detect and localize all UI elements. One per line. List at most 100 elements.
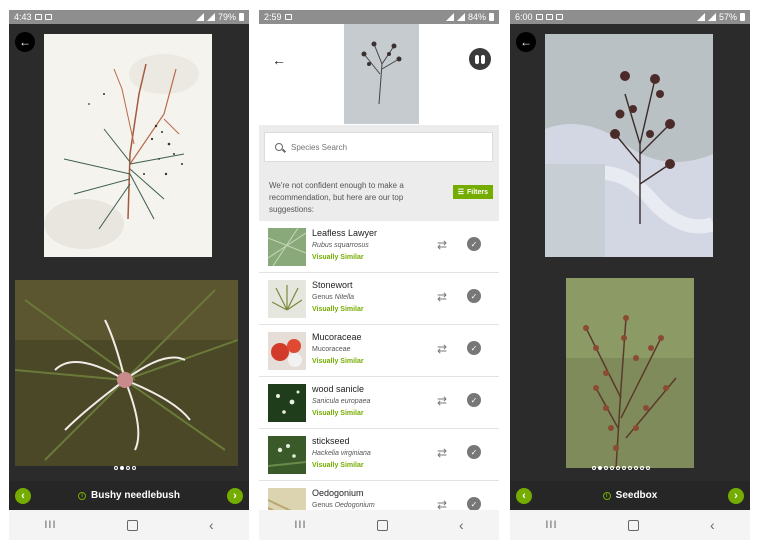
suggestion-row[interactable]: Mucoraceae Mucoraceae Visually Similar ⇄… [259,325,499,377]
taxon-name-link[interactable]: i Seedbox [602,490,658,501]
battery-percent: 57% [718,12,737,22]
confidence-notice: We're not confident enough to make a rec… [269,181,404,214]
status-time: 2:59 [264,12,282,22]
match-label: Visually Similar [312,410,364,417]
home-button[interactable] [127,519,139,531]
recent-apps-button[interactable]: III [44,519,56,531]
taxon-common-name: Mucoraceae [312,332,362,342]
pager-dot[interactable] [646,466,650,470]
observation-thumbnail[interactable] [344,24,419,124]
gallery-icon [34,14,42,20]
status-bar: 4:43 79% [9,10,249,24]
system-nav-bar: III ‹ [9,510,249,540]
select-taxon-button[interactable]: ✓ [467,445,481,459]
pager-dot[interactable] [628,466,632,470]
identification-bar: ‹ i Seedbox › [510,481,750,510]
taxon-thumbnail [268,436,306,474]
suggestion-row[interactable]: Leafless Lawyer Rubus squarrosus Visuall… [259,221,499,273]
taxon-common-name: stickseed [312,436,350,446]
suggestion-row[interactable]: stickseed Hackelia virginiana Visually S… [259,429,499,481]
pager-dot[interactable] [592,466,596,470]
taxon-scientific-name: Rubus squarrosus [312,242,369,249]
taxon-thumbnail [268,332,306,370]
compare-icon[interactable]: ⇄ [437,238,447,252]
binoculars-icon [475,54,479,64]
previous-suggestion-button[interactable]: ‹ [516,487,532,504]
select-taxon-button[interactable]: ✓ [467,393,481,407]
home-button[interactable] [377,519,389,531]
identification-bar: ‹ i Bushy needlebush › [9,481,249,510]
pager-dot-active[interactable] [598,466,602,470]
info-icon: i [602,491,611,500]
next-suggestion-button[interactable]: › [728,487,744,504]
recent-apps-button[interactable]: III [294,519,306,531]
select-taxon-button[interactable]: ✓ [467,341,481,355]
pager-dot[interactable] [622,466,626,470]
previous-suggestion-button[interactable]: ‹ [15,487,31,504]
needlebush-photo [15,280,238,466]
status-bar: 2:59 84% [259,10,499,24]
compare-icon[interactable]: ⇄ [437,394,447,408]
home-button[interactable] [628,519,640,531]
recent-apps-button[interactable]: III [545,519,557,531]
suggestion-row[interactable]: Stonewort Genus Nitella Visually Similar… [259,273,499,325]
compare-icon[interactable]: ⇄ [437,290,447,304]
observation-photo-drawing[interactable] [545,34,713,257]
species-search-box[interactable] [264,132,493,162]
observation-photo-drawing[interactable] [44,34,212,257]
next-suggestion-button[interactable]: › [227,487,243,504]
pager-dot[interactable] [610,466,614,470]
species-search-input[interactable] [291,142,471,152]
photo-pager[interactable] [592,466,650,470]
observation-photo-real[interactable] [15,280,238,466]
pager-dot[interactable] [126,466,130,470]
pager-dot[interactable] [640,466,644,470]
suggestion-row[interactable]: wood sanicle Sanicula europaea Visually … [259,377,499,429]
select-taxon-button[interactable]: ✓ [467,289,481,303]
match-label: Visually Similar [312,254,364,261]
phone-3-screen: 6:00 57% ← ‹ i Seedbox › III ‹ [510,10,750,540]
explore-button[interactable] [469,48,491,70]
wifi-icon [445,13,454,21]
needlebush-drawing [44,34,212,257]
instagram-icon [284,14,292,20]
filters-button[interactable]: ☰ Filters [452,185,493,199]
taxon-thumbnail [268,228,306,266]
compare-icon[interactable]: ⇄ [437,342,447,356]
header: ← [259,24,499,125]
taxon-scientific-name: Oedogonium [334,502,375,509]
instagram-icon [44,14,52,20]
taxon-name: Seedbox [615,490,658,501]
taxon-thumbnail [268,280,306,318]
system-back-button[interactable]: ‹ [710,517,715,533]
pager-dot[interactable] [132,466,136,470]
back-button[interactable]: ← [516,32,536,52]
pager-dot[interactable] [114,466,118,470]
status-time: 6:00 [515,12,533,22]
seedbox-drawing [545,34,713,257]
compare-icon[interactable]: ⇄ [437,446,447,460]
taxon-name-link[interactable]: i Bushy needlebush [78,490,180,501]
wifi-icon [195,13,204,21]
pager-dot[interactable] [616,466,620,470]
pager-dot-active[interactable] [120,466,124,470]
match-label: Visually Similar [312,358,364,365]
select-taxon-button[interactable]: ✓ [467,237,481,251]
pager-dot[interactable] [604,466,608,470]
system-nav-bar: III ‹ [259,510,499,540]
match-label: Visually Similar [312,462,364,469]
info-icon: i [78,491,87,500]
gallery-icon [555,14,563,20]
photo-pager[interactable] [114,466,136,470]
select-taxon-button[interactable]: ✓ [467,497,481,511]
taxon-name: Bushy needlebush [91,490,180,501]
observation-photo-real[interactable] [566,278,694,468]
taxon-scientific-name: Sanicula europaea [312,398,371,405]
battery-icon [239,13,244,21]
system-back-button[interactable]: ‹ [209,517,214,533]
back-button[interactable]: ← [15,32,35,52]
system-back-button[interactable]: ‹ [459,517,464,533]
battery-percent: 79% [217,12,236,22]
pager-dot[interactable] [634,466,638,470]
back-button[interactable]: ← [272,52,286,68]
